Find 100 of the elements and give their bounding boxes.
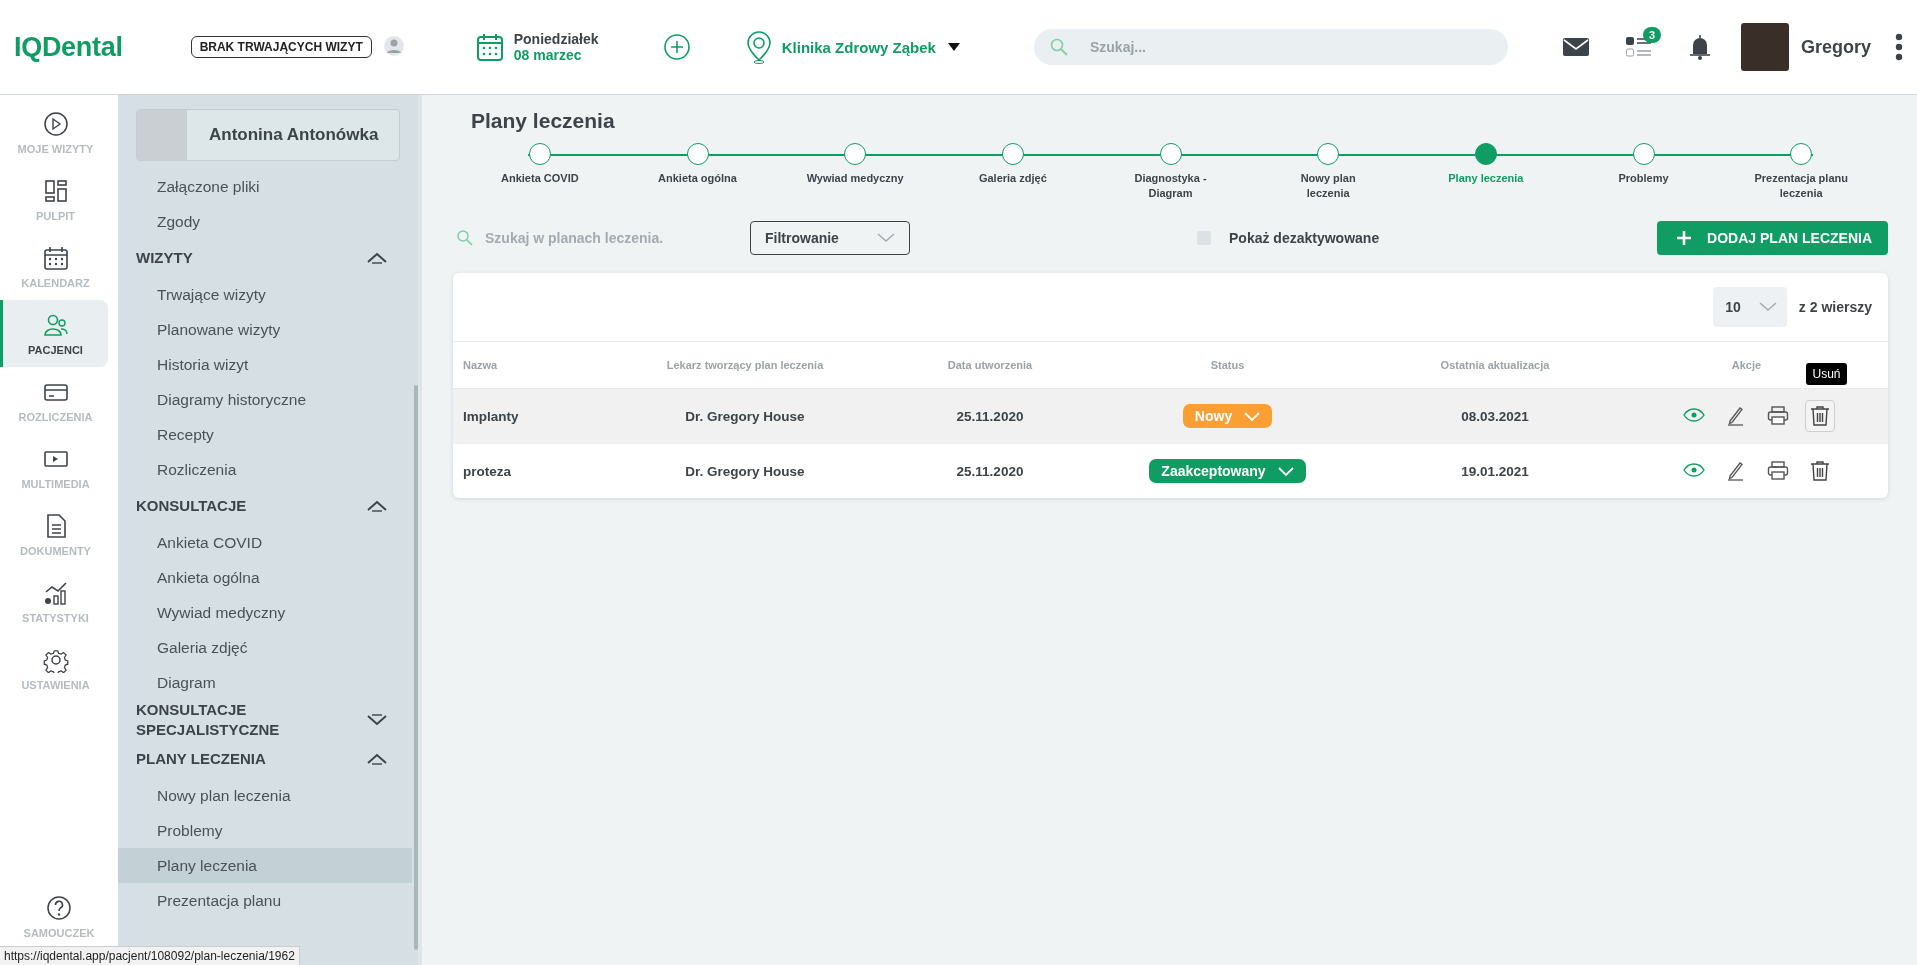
table-cell: 25.11.2020 [956,463,1024,479]
user-name[interactable]: Gregory [1800,36,1871,58]
menu-item[interactable]: Recepty [118,417,412,452]
table-cell: Dr. Gregory House [685,408,805,424]
link-url-tooltip: https://iqdental.app/pacjent/108092/plan-leczenia/1962 [0,946,300,965]
chevron-down-icon [366,713,388,727]
chevron-up-icon [366,251,388,265]
plus-icon [1677,231,1692,245]
patient-photo-placeholder [137,110,187,160]
search-icon [1049,38,1068,56]
step-marker[interactable] [1001,143,1024,165]
tooltip: Usuń [1806,363,1847,385]
menu-item[interactable]: Rozliczenia [118,452,412,487]
printer-icon [1766,405,1789,427]
table-row[interactable]: proteza Dr. Gregory House 25.11.2020 Zaakceptowany 19.01.2021 [453,444,1888,498]
delete-button[interactable] [1804,400,1835,432]
table-cell: Dr. Gregory House [685,463,805,479]
page-title: Plany leczenia [471,109,616,133]
menu-section-header[interactable]: KONSULTACJE SPECJALISTYCZNE [118,700,412,740]
add-plan-button[interactable]: DODAJ PLAN LECZENIA [1657,221,1888,255]
trash-icon [1808,460,1831,482]
weekday-text: Poniedziałek [513,31,600,47]
status-dropdown[interactable]: Zaakceptowany [1149,459,1306,483]
step-marker[interactable] [1159,143,1182,165]
menu-item[interactable]: Ankieta COVID [118,525,412,560]
menu-item[interactable]: Diagramy historyczne [118,382,412,417]
step-marker[interactable] [1632,143,1655,165]
step-marker[interactable] [844,143,867,165]
patient-name: Antonina Antonówka [208,125,379,145]
bell-icon[interactable] [1688,34,1711,60]
search-field[interactable]: Szukaj w planach leczenia. [453,221,713,255]
menu-section-header[interactable]: PLANY LECZENIA [118,740,412,778]
filter-dropdown[interactable]: Filtrowanie [750,221,910,255]
dashboard-icon [42,177,69,204]
step-marker[interactable] [1317,143,1340,165]
chevron-down-icon [1277,466,1294,476]
step-label: Ankieta ogólna [658,171,737,186]
menu-section-header[interactable]: KONSULTACJE [118,487,412,525]
menu-item[interactable]: Załączone pliki [118,169,412,204]
scrollbar[interactable] [414,385,418,950]
question-icon [46,895,72,921]
table-cell: Implanty [463,408,519,424]
visit-status-badge: BRAK TRWAJĄCYCH WIZYT [190,36,372,58]
step-label: Ankieta COVID [501,171,579,186]
calendar-icon [42,244,69,271]
menu-section-header[interactable]: WIZYTY [118,239,412,277]
patient-card[interactable]: Antonina Antonówka [136,109,400,161]
menu-item[interactable]: Wywiad medyczny [118,595,412,630]
table-cell: 19.01.2021 [1461,463,1529,479]
menu-item[interactable]: Zgody [118,204,412,239]
chevron-down-icon [1244,411,1261,421]
chevron-up-icon [366,752,388,766]
step-label: Nowy plan leczenia [1299,171,1357,201]
row-count-text: z 2 wierszy [1798,299,1872,315]
avatar-photo[interactable] [1740,23,1789,71]
menu-item[interactable]: Galeria zdjęć [118,630,412,665]
chart-icon [42,579,69,606]
person-icon [383,36,404,58]
menu-item[interactable]: Problemy [118,813,412,848]
table-cell: 25.11.2020 [956,408,1024,424]
app-logo: IQDental [14,31,123,63]
menu-item[interactable]: Ankieta ogólna [118,560,412,595]
search-field[interactable]: Szukaj... [1033,29,1508,65]
step-label: Wywiad medyczny [806,171,904,186]
step-marker[interactable] [686,143,709,165]
add-icon[interactable] [663,34,690,60]
more-icon[interactable] [1895,33,1903,61]
location-pin-icon [745,30,772,64]
caret-icon[interactable] [947,43,960,51]
menu-item[interactable]: Planowane wizyty [118,312,412,347]
step-label: Plany leczenia [1448,171,1524,186]
chevron-down-icon [877,233,895,243]
notification-badge: 3 [1642,27,1662,43]
menu-item[interactable]: Prezentacja planu [118,883,412,918]
step-marker[interactable] [1474,143,1497,165]
chevron-up-icon [366,499,388,513]
step-label: Prezentacja planu leczenia [1753,171,1849,201]
step-label: Diagnostyka - Diagram [1133,171,1208,201]
step-label: Galeria zdjęć [978,171,1047,186]
menu-item[interactable]: Nowy plan leczenia [118,778,412,813]
mail-icon[interactable] [1562,38,1589,56]
clinic-selector[interactable]: Klinika Zdrowy Ząbek [781,38,936,56]
menu-item[interactable]: Trwające wizyty [118,277,412,312]
step-marker[interactable] [528,143,551,165]
play-circle-icon [42,110,69,137]
step-marker[interactable] [1790,143,1813,165]
search-icon [457,230,473,246]
menu-item[interactable]: Diagram [118,665,412,700]
step-label: Problemy [1618,171,1669,186]
table-cell: 08.03.2021 [1461,408,1529,424]
date-text: 08 marzec [513,47,583,63]
table-cell: proteza [463,463,511,479]
trash-icon [1808,405,1831,427]
nav-item[interactable]: PACJENCI [0,300,108,367]
printer-icon [1766,460,1789,482]
menu-item[interactable]: Plany leczenia [118,848,412,883]
chevron-down-icon [1758,302,1777,312]
calendar-icon [475,32,504,62]
page-size-dropdown[interactable]: 10 [1713,287,1787,327]
menu-item[interactable]: Historia wizyt [118,347,412,382]
